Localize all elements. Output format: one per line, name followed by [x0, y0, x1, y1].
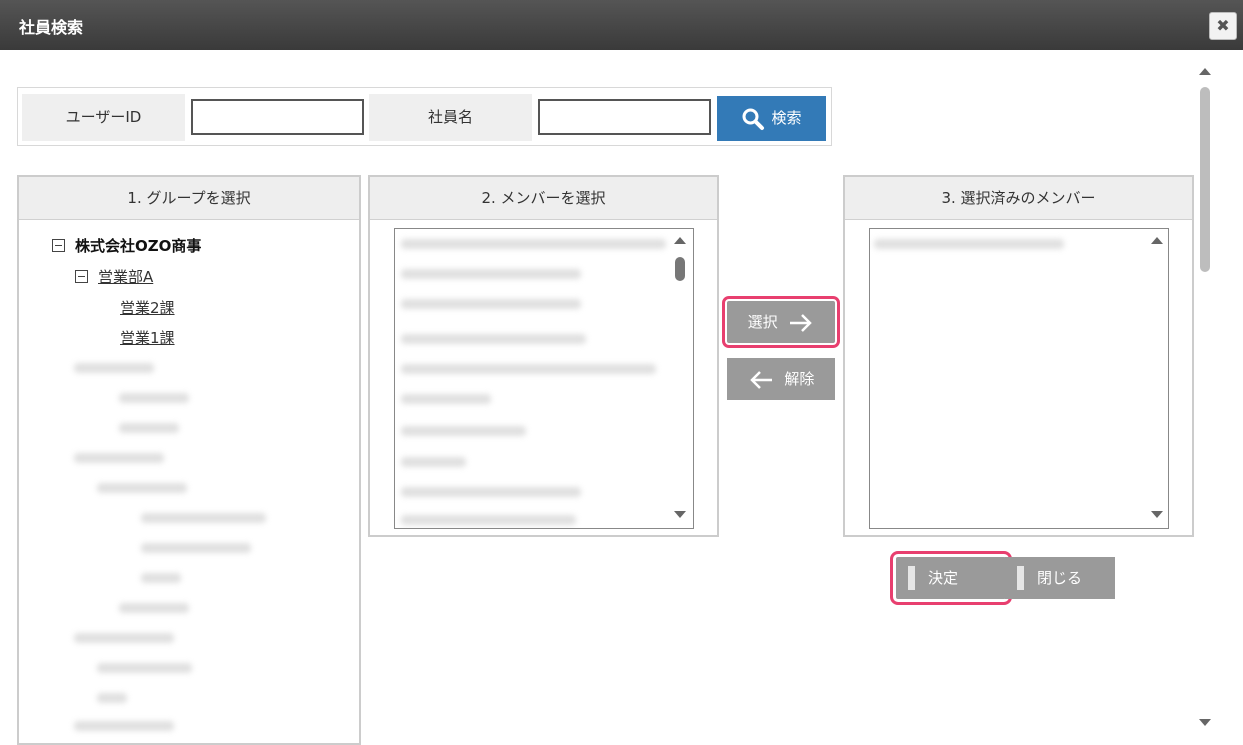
blurred-tree-node: [97, 693, 127, 703]
blurred-member-item: [401, 334, 586, 344]
close-icon[interactable]: ✖: [1209, 12, 1237, 40]
blurred-member-item: [401, 457, 466, 467]
scroll-down-arrow-icon[interactable]: [1199, 719, 1211, 726]
blurred-tree-node: [74, 363, 154, 373]
member-listbox[interactable]: [394, 228, 694, 529]
button-bar-icon: [908, 566, 915, 590]
blurred-selected-item: [874, 239, 1064, 249]
tree-node-sales-2[interactable]: 営業2課: [120, 297, 175, 318]
scroll-down-arrow-icon[interactable]: [674, 511, 686, 518]
scroll-up-arrow-icon[interactable]: [1151, 237, 1163, 244]
employee-name-input[interactable]: [538, 99, 711, 135]
dialog-scrollbar-thumb[interactable]: [1200, 87, 1210, 272]
group-panel: 1. グループを選択 株式会社OZO商事 営業部A 営業2課 営業1課: [17, 175, 361, 745]
blurred-tree-node: [74, 633, 174, 643]
member-panel: 2. メンバーを選択: [368, 175, 719, 537]
confirm-button[interactable]: 決定: [890, 551, 1012, 605]
blurred-tree-node: [141, 543, 251, 553]
scroll-up-arrow-icon[interactable]: [1199, 68, 1211, 75]
member-panel-header: 2. メンバーを選択: [370, 177, 717, 220]
scroll-down-arrow-icon[interactable]: [1151, 511, 1163, 518]
selected-listbox[interactable]: [869, 228, 1169, 529]
arrow-left-icon: [749, 370, 772, 389]
blurred-member-item: [401, 426, 526, 436]
search-button-label: 検索: [771, 109, 802, 127]
member-scrollbar-thumb[interactable]: [675, 257, 685, 281]
tree-node-root[interactable]: 株式会社OZO商事: [52, 235, 201, 256]
scroll-up-arrow-icon[interactable]: [674, 237, 686, 244]
blurred-member-item: [401, 239, 666, 249]
blurred-tree-node: [97, 483, 187, 493]
blurred-member-item: [401, 269, 581, 279]
employee-name-label: 社員名: [369, 94, 532, 141]
user-id-input[interactable]: [191, 99, 364, 135]
blurred-tree-node: [74, 721, 174, 731]
search-bar: ユーザーID 社員名 検索: [17, 87, 832, 146]
dialog-titlebar: 社員検索 ✖: [0, 0, 1243, 50]
blurred-member-item: [401, 394, 491, 404]
collapse-icon[interactable]: [75, 270, 88, 283]
blurred-member-item: [401, 515, 576, 525]
blurred-member-item: [401, 364, 656, 374]
close-button[interactable]: 閉じる: [1005, 557, 1115, 599]
selected-panel-header: 3. 選択済みのメンバー: [845, 177, 1192, 220]
tree-node-sales-1[interactable]: 営業1課: [120, 327, 175, 348]
selected-panel: 3. 選択済みのメンバー: [843, 175, 1194, 537]
blurred-tree-node: [141, 513, 266, 523]
blurred-tree-node: [119, 603, 189, 613]
dialog-title: 社員検索: [19, 18, 84, 37]
blurred-tree-node: [141, 573, 181, 583]
blurred-tree-node: [119, 423, 179, 433]
user-id-label: ユーザーID: [22, 94, 185, 141]
blurred-tree-node: [97, 663, 192, 673]
search-icon: [742, 108, 765, 130]
blurred-member-item: [401, 299, 581, 309]
blurred-tree-node: [74, 453, 164, 463]
arrow-right-icon: [790, 313, 813, 332]
collapse-icon[interactable]: [52, 239, 65, 252]
blurred-tree-node: [119, 393, 189, 403]
search-button[interactable]: 検索: [717, 96, 826, 141]
group-panel-header: 1. グループを選択: [19, 177, 359, 220]
dialog-scrollbar[interactable]: [1197, 65, 1213, 735]
blurred-member-item: [401, 487, 581, 497]
tree-node-sales-dept-a[interactable]: 営業部A: [75, 266, 153, 287]
button-bar-icon: [1017, 566, 1024, 590]
release-button[interactable]: 解除: [727, 358, 835, 400]
select-button[interactable]: 選択: [722, 296, 840, 348]
